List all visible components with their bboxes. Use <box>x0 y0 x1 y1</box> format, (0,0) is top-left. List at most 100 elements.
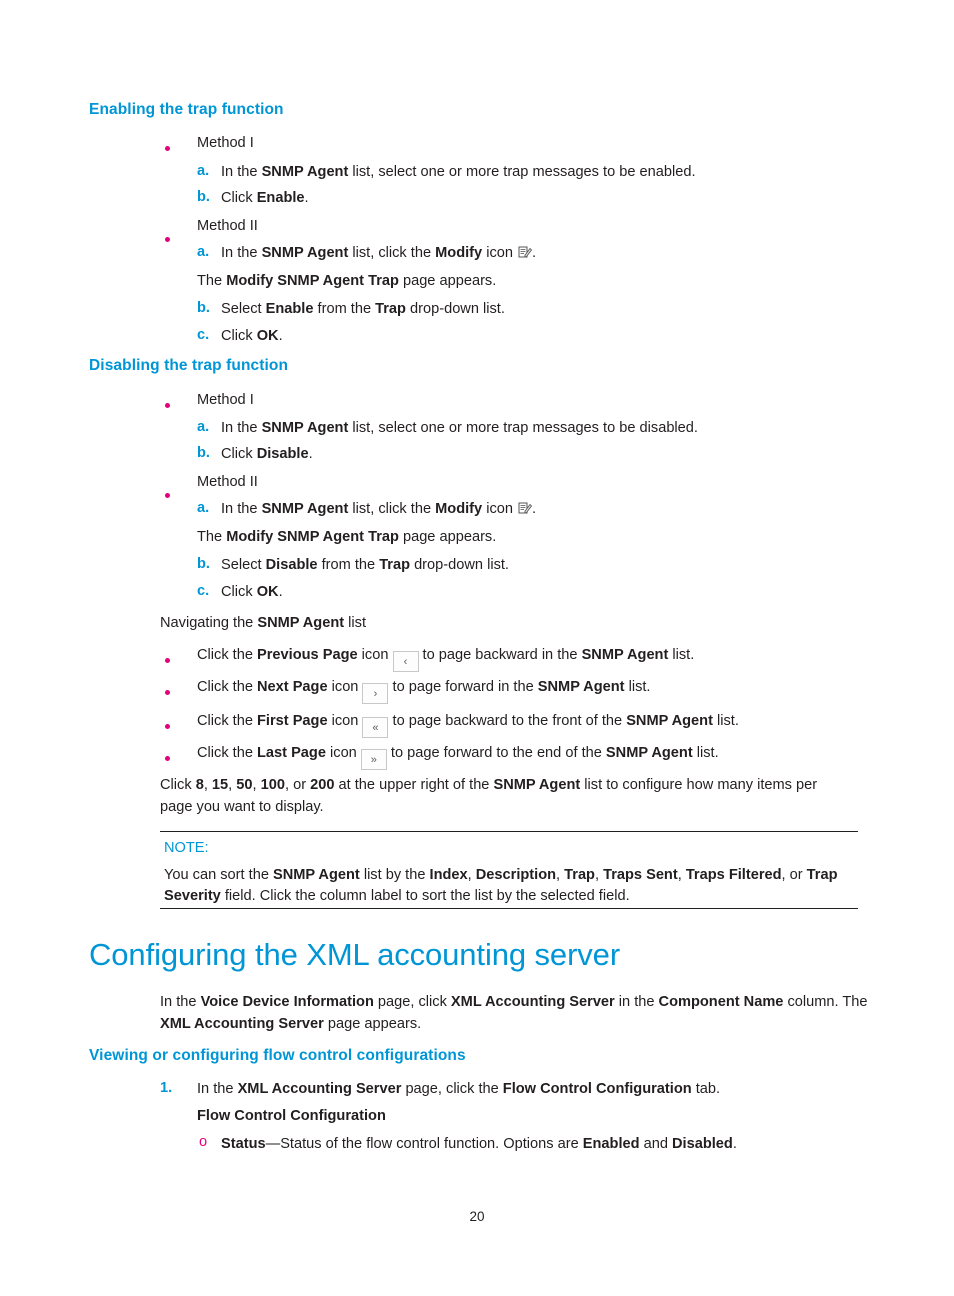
text-fragment: list <box>344 615 367 631</box>
bold-snmp-agent: SNMP Agent <box>273 867 360 883</box>
text-fragment: drop-down list. <box>405 301 505 317</box>
bold-disable: Disable <box>256 446 309 462</box>
bold-component-name: Component Name <box>658 994 784 1010</box>
list-marker-b: b. <box>197 445 210 461</box>
text-fragment: , <box>203 777 212 793</box>
text-fragment: list, click the <box>348 501 436 517</box>
disabling-m2-step-a: In the SNMP Agent list, click the Modify… <box>221 500 921 520</box>
next-page-icon[interactable]: › <box>362 683 389 704</box>
list-marker-a: a. <box>197 244 210 260</box>
bold-snmp-agent: SNMP Agent <box>581 647 669 663</box>
text-fragment: list by the <box>359 867 430 883</box>
bold-snmp-agent: SNMP Agent <box>261 501 349 517</box>
text-fragment: In the <box>221 245 262 261</box>
text-fragment: The <box>197 529 227 545</box>
text-fragment: tab. <box>691 1081 721 1097</box>
text-fragment: Click the <box>197 647 258 663</box>
bold-voice-device-information: Voice Device Information <box>200 994 374 1010</box>
text-fragment: list, select one or more trap messages t… <box>348 164 696 180</box>
text-fragment: and <box>639 1136 673 1152</box>
text-fragment: , <box>467 867 476 883</box>
bullet-marker <box>163 490 171 501</box>
modify-icon <box>517 245 533 259</box>
bold-snmp-agent: SNMP Agent <box>261 420 349 436</box>
viewing-step-1: In the XML Accounting Server page, click… <box>197 1080 937 1100</box>
disabling-m2-note: The Modify SNMP Agent Trap page appears. <box>197 528 897 548</box>
bold-snmp-agent: SNMP Agent <box>257 615 345 631</box>
text-fragment: The <box>197 273 227 289</box>
note-line-2: Severity field. Click the column label t… <box>164 887 864 907</box>
bold-status: Status <box>221 1136 266 1152</box>
page-number: 20 <box>469 1209 485 1224</box>
bold-traps-sent: Traps Sent <box>603 867 678 883</box>
text-fragment: . <box>732 1136 737 1152</box>
text-fragment: , <box>677 867 686 883</box>
text-fragment: list. <box>712 713 739 729</box>
bold-snmp-agent: SNMP Agent <box>537 679 625 695</box>
disabling-method1-label: Method I <box>197 392 254 408</box>
text-fragment: —Status of the flow control function. Op… <box>265 1136 583 1152</box>
text-fragment: in the <box>614 994 659 1010</box>
modify-icon <box>517 501 533 515</box>
bullet-marker <box>163 753 171 764</box>
navigating-next-page: Click the Next Page icon › to page forwa… <box>197 678 937 704</box>
bold-first-page: First Page <box>257 713 328 729</box>
bold-xml-accounting-server: XML Accounting Server <box>237 1081 402 1097</box>
disabling-m2-step-b: Select Disable from the Trap drop-down l… <box>221 556 921 576</box>
last-page-icon[interactable]: » <box>360 749 387 770</box>
bold-modify: Modify <box>435 501 483 517</box>
note-label: NOTE: <box>164 840 209 856</box>
bold-ok: OK <box>256 584 279 600</box>
text-fragment: Click the <box>197 713 258 729</box>
flow-control-status-option: Status—Status of the flow control functi… <box>221 1135 954 1155</box>
bold-trap: Trap <box>564 867 595 883</box>
bold-enable: Enable <box>265 301 314 317</box>
note-top-rule <box>160 831 858 832</box>
list-marker-c: c. <box>197 327 210 343</box>
first-page-icon[interactable]: « <box>362 717 389 738</box>
enabling-m1-step-a: In the SNMP Agent list, select one or mo… <box>221 163 921 183</box>
text-fragment: In the <box>197 1081 238 1097</box>
text-fragment: , <box>556 867 565 883</box>
note-bottom-rule <box>160 908 858 909</box>
bold-trap: Trap <box>379 557 411 573</box>
text-fragment: icon <box>327 679 359 695</box>
disabling-method2-label: Method II <box>197 474 258 490</box>
bullet-marker <box>163 143 171 154</box>
bold-snmp-agent: SNMP Agent <box>626 713 713 729</box>
count-15: 15 <box>211 777 229 793</box>
list-marker-1: 1. <box>160 1080 173 1096</box>
list-marker-b: b. <box>197 300 210 316</box>
text-fragment: list, click the <box>348 245 436 261</box>
list-marker-circle: o <box>199 1134 208 1150</box>
text-fragment: Click <box>221 190 257 206</box>
navigating-items-per-page: Click 8, 15, 50, 100, or 200 at the uppe… <box>160 776 900 796</box>
count-200: 200 <box>310 777 335 793</box>
text-fragment: icon <box>482 245 513 261</box>
text-fragment: icon <box>327 713 359 729</box>
bold-trap: Trap <box>375 301 406 317</box>
text-fragment: . <box>304 190 309 206</box>
text-fragment: . <box>278 328 283 344</box>
text-fragment: Click <box>160 777 196 793</box>
enabling-m2-step-b: Select Enable from the Trap drop-down li… <box>221 300 921 320</box>
bold-enabled: Enabled <box>582 1136 640 1152</box>
text-fragment: icon <box>357 647 389 663</box>
bullet-marker <box>163 400 171 411</box>
previous-page-icon[interactable]: ‹ <box>392 651 419 672</box>
text-fragment: In the <box>221 501 262 517</box>
text-fragment: Click the <box>197 679 258 695</box>
enabling-m1-step-b: Click Enable. <box>221 189 921 209</box>
enabling-method2-label: Method II <box>197 218 258 234</box>
text-fragment: list. <box>624 679 651 695</box>
chapter-intro-line1: In the Voice Device Information page, cl… <box>160 993 900 1013</box>
text-fragment: Click the <box>197 745 258 761</box>
enabling-m2-step-a: In the SNMP Agent list, click the Modify… <box>221 244 921 264</box>
text-fragment: from the <box>317 557 380 573</box>
heading-disabling-trap-function: Disabling the trap function <box>89 357 289 374</box>
bold-last-page: Last Page <box>257 745 326 761</box>
text-fragment: list. <box>692 745 719 761</box>
navigating-previous-page: Click the Previous Page icon ‹ to page b… <box>197 646 937 672</box>
text-fragment: column. The <box>783 994 868 1010</box>
list-marker-a: a. <box>197 500 210 516</box>
